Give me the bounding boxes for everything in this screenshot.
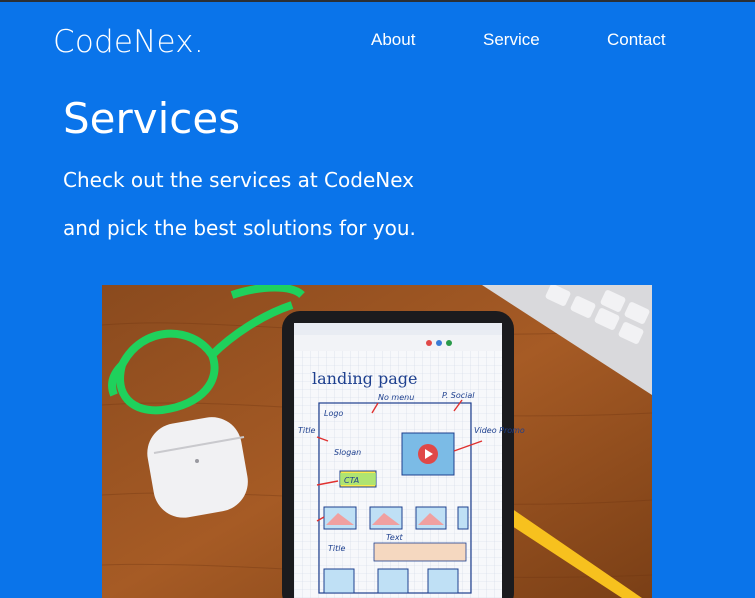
main-nav: About Service Contact	[0, 30, 755, 52]
nav-link-service[interactable]: Service	[483, 30, 540, 50]
hero-subtitle-line-2: and pick the best solutions for you.	[63, 216, 416, 240]
hero-image: landing page Logo No menu P. Social Titl…	[102, 285, 652, 598]
sketch-label-title-2: Title	[328, 544, 345, 553]
sketch-label-text: Text	[386, 533, 404, 542]
sketch-label-slogan: Slogan	[334, 448, 361, 457]
nav-link-about[interactable]: About	[371, 30, 415, 50]
hero-photo: landing page Logo No menu P. Social Titl…	[102, 285, 652, 598]
sketch-label-logo: Logo	[324, 409, 343, 418]
sketch-label-title: Title	[298, 426, 315, 435]
sketch-label-social: P. Social	[442, 391, 475, 400]
nav-link-contact[interactable]: Contact	[607, 30, 666, 50]
tablet: landing page Logo No menu P. Social Titl…	[282, 311, 525, 598]
hero-subtitle-line-1: Check out the services at CodeNex	[63, 168, 414, 192]
page-title: Services	[63, 94, 241, 143]
sketch-title: landing page	[312, 369, 417, 388]
sketch-label-video: Video Promo	[474, 426, 525, 435]
sketch-label-cta: CTA	[344, 476, 359, 485]
sketch-label-menu: No menu	[378, 393, 414, 402]
